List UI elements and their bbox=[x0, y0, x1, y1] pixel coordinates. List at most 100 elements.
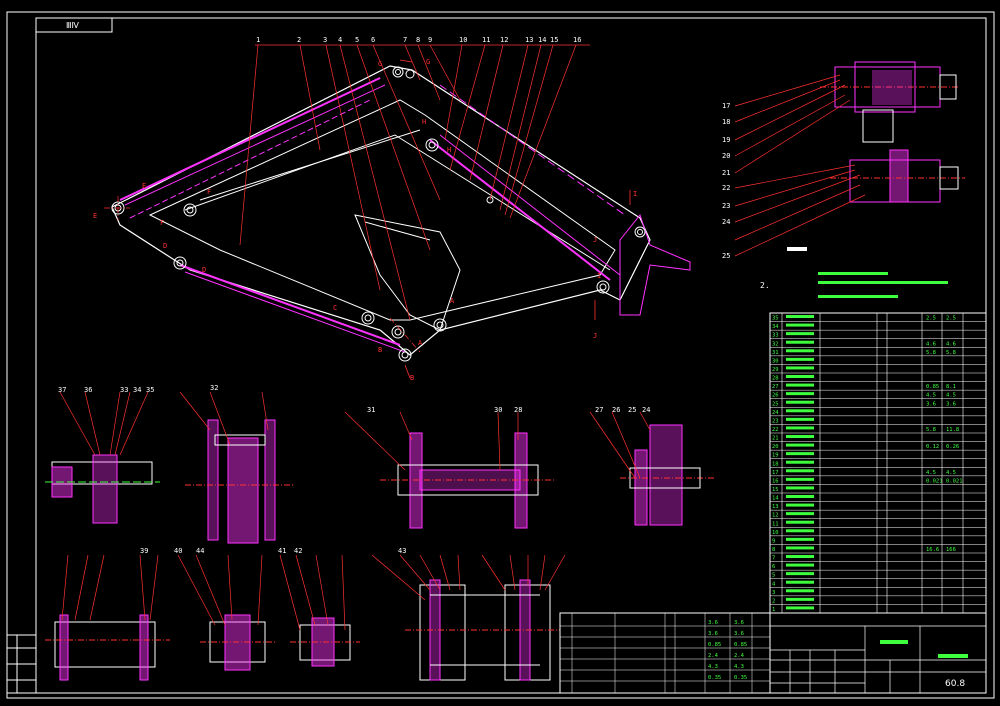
parts-row-number: 31 bbox=[772, 350, 779, 356]
mid-detail-labels: 37 36 33 34 35 31 32 30 28 27 26 25 24 bbox=[58, 384, 650, 414]
svg-text:41: 41 bbox=[278, 547, 286, 555]
svg-text:24: 24 bbox=[722, 218, 730, 226]
tech-notes-lines bbox=[787, 247, 948, 298]
parts-row-value-b: 4.5 bbox=[946, 393, 956, 399]
svg-text:J: J bbox=[593, 332, 597, 340]
svg-text:I: I bbox=[597, 272, 601, 280]
svg-text:32: 32 bbox=[210, 384, 218, 392]
parts-row-code bbox=[786, 323, 814, 327]
parts-row-value-a: 0.85 bbox=[926, 384, 939, 390]
parts-row-number: 12 bbox=[772, 513, 779, 519]
svg-text:39: 39 bbox=[140, 547, 148, 555]
svg-text:34: 34 bbox=[133, 386, 141, 394]
parts-row-number: 4 bbox=[772, 581, 776, 587]
svg-text:43: 43 bbox=[398, 547, 406, 555]
svg-text:4: 4 bbox=[338, 36, 342, 44]
svg-text:I: I bbox=[633, 190, 637, 198]
parts-row-number: 27 bbox=[772, 384, 779, 390]
svg-text:25: 25 bbox=[628, 406, 636, 414]
parts-row-number: 5 bbox=[772, 573, 775, 579]
parts-row-code bbox=[786, 409, 814, 413]
parts-row-value-b: 11.8 bbox=[946, 427, 959, 433]
parts-row-code bbox=[786, 435, 814, 438]
svg-text:F: F bbox=[207, 188, 211, 196]
parts-row-value-b: 0.021 bbox=[946, 478, 963, 484]
svg-text:13: 13 bbox=[525, 36, 533, 44]
parts-row-code bbox=[786, 537, 814, 541]
svg-text:22: 22 bbox=[722, 184, 730, 192]
lower-table-value-b: 2.4 bbox=[734, 653, 745, 659]
svg-text:25: 25 bbox=[722, 252, 730, 260]
svg-text:8: 8 bbox=[416, 36, 420, 44]
parts-row-code bbox=[786, 340, 814, 344]
parts-row-number: 7 bbox=[772, 556, 775, 562]
parts-row-value-a: 2.5 bbox=[926, 316, 936, 322]
parts-row-number: 24 bbox=[772, 410, 779, 416]
right-leaders bbox=[734, 74, 866, 257]
svg-text:H: H bbox=[447, 146, 451, 154]
svg-text:33: 33 bbox=[120, 386, 128, 394]
svg-text:15: 15 bbox=[550, 36, 558, 44]
svg-text:21: 21 bbox=[722, 169, 730, 177]
parts-row-value-a: 4.5 bbox=[926, 393, 936, 399]
parts-row-code bbox=[786, 392, 814, 396]
parts-row-code bbox=[786, 495, 814, 498]
svg-text:44: 44 bbox=[196, 547, 204, 555]
parts-row-value-b: 2.5 bbox=[946, 316, 956, 322]
title-block-fills bbox=[880, 640, 968, 658]
parts-row-code bbox=[786, 529, 814, 533]
parts-row-value-b: 4.5 bbox=[946, 470, 956, 476]
lower-table: 3.6 3.6 3.6 3.6 0.85 0.85 2.4 2.4 4.3 4.3 0.35 0.35 bbox=[559, 612, 771, 694]
lower-table-value-b: 3.6 bbox=[734, 620, 744, 626]
pin-detail-mid bbox=[830, 149, 965, 203]
parts-row-value-a: 0.021 bbox=[926, 478, 943, 484]
parts-row-value-b: 5.8 bbox=[946, 350, 956, 356]
parts-row-code bbox=[786, 349, 814, 353]
scale-label: 60.8 bbox=[945, 679, 965, 689]
svg-text:40: 40 bbox=[174, 547, 182, 555]
lower-table-value-b: 0.85 bbox=[734, 642, 747, 648]
lower-table-value-a: 0.35 bbox=[708, 675, 721, 681]
svg-text:J: J bbox=[593, 236, 597, 244]
svg-text:B: B bbox=[378, 346, 382, 354]
parts-row-value-b: 3.6 bbox=[946, 401, 956, 407]
parts-row-code bbox=[786, 426, 814, 430]
svg-text:6: 6 bbox=[371, 36, 375, 44]
parts-row-value-a: 5.8 bbox=[926, 350, 936, 356]
parts-row-code bbox=[786, 555, 814, 558]
lower-table-value-b: 0.35 bbox=[734, 675, 747, 681]
parts-row-value-b: 4.6 bbox=[946, 341, 956, 347]
svg-text:G: G bbox=[378, 60, 382, 68]
parts-row-number: 11 bbox=[772, 521, 779, 527]
svg-text:12: 12 bbox=[500, 36, 508, 44]
svg-text:A: A bbox=[450, 297, 455, 305]
parts-row-number: 10 bbox=[772, 530, 779, 536]
svg-text:E: E bbox=[93, 212, 97, 220]
parts-row-value-a: 3.6 bbox=[926, 401, 936, 407]
parts-row-number: 32 bbox=[772, 341, 779, 347]
parts-row-value-a: 0.12 bbox=[926, 444, 939, 450]
svg-text:7: 7 bbox=[403, 36, 407, 44]
svg-text:2: 2 bbox=[297, 36, 301, 44]
parts-row-number: 20 bbox=[772, 444, 779, 450]
detail-left-pin bbox=[45, 454, 160, 524]
svg-text:30: 30 bbox=[494, 406, 502, 414]
parts-row-code bbox=[786, 315, 814, 318]
parts-row-number: 17 bbox=[772, 470, 779, 476]
detail-bottom-2 bbox=[200, 614, 275, 671]
cad-drawing-canvas[interactable]: ⅢⅣ 1 2 3 4 5 6 7 8 9 10 11 12 13 14 15 1… bbox=[0, 0, 1000, 706]
bottom-detail-labels: 39 40 41 42 43 44 bbox=[140, 547, 406, 555]
parts-row-number: 8 bbox=[772, 547, 775, 553]
svg-text:G: G bbox=[426, 58, 430, 66]
detail-bottom-1 bbox=[45, 614, 170, 681]
detail-right-pin bbox=[620, 424, 715, 526]
parts-row-number: 18 bbox=[772, 461, 779, 467]
parts-row-number: 25 bbox=[772, 401, 779, 407]
parts-row-value-a: 4.6 bbox=[926, 341, 936, 347]
parts-row-number: 26 bbox=[772, 393, 779, 399]
parts-row-code bbox=[786, 366, 814, 370]
parts-row-code bbox=[786, 606, 814, 610]
detail-long-pin bbox=[380, 432, 555, 529]
parts-row-number: 35 bbox=[772, 316, 779, 322]
svg-text:26: 26 bbox=[612, 406, 620, 414]
